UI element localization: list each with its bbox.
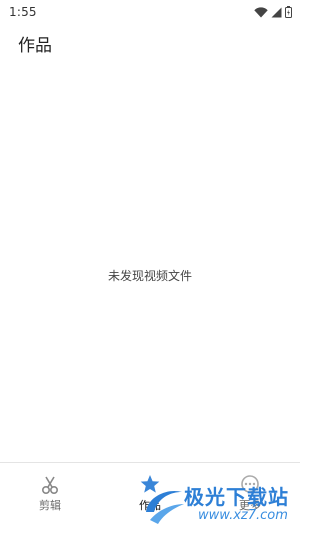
wifi-icon <box>254 6 268 18</box>
nav-label-more: 更多 <box>239 499 261 512</box>
nav-item-works[interactable]: 作品 <box>100 463 200 533</box>
page-title: 作品 <box>18 36 52 56</box>
nav-item-edit[interactable]: 剪辑 <box>0 463 100 533</box>
star-icon <box>139 473 161 495</box>
status-icons <box>254 6 292 18</box>
status-bar: 1:55 <box>0 0 300 24</box>
app-screen: 1:55 作品 未发现视频文件 剪辑 作品 更多 极光下载站 www.xz7.c… <box>0 0 300 533</box>
empty-state-message: 未发现视频文件 <box>107 269 192 283</box>
signal-icon <box>271 7 282 18</box>
status-time: 1:55 <box>9 5 37 19</box>
nav-label-edit: 剪辑 <box>39 499 61 512</box>
more-icon <box>239 473 261 495</box>
battery-icon <box>285 6 292 18</box>
scissors-icon <box>39 473 61 495</box>
bottom-nav: 剪辑 作品 更多 <box>0 462 300 533</box>
nav-label-works: 作品 <box>139 499 161 512</box>
nav-item-more[interactable]: 更多 <box>200 463 300 533</box>
